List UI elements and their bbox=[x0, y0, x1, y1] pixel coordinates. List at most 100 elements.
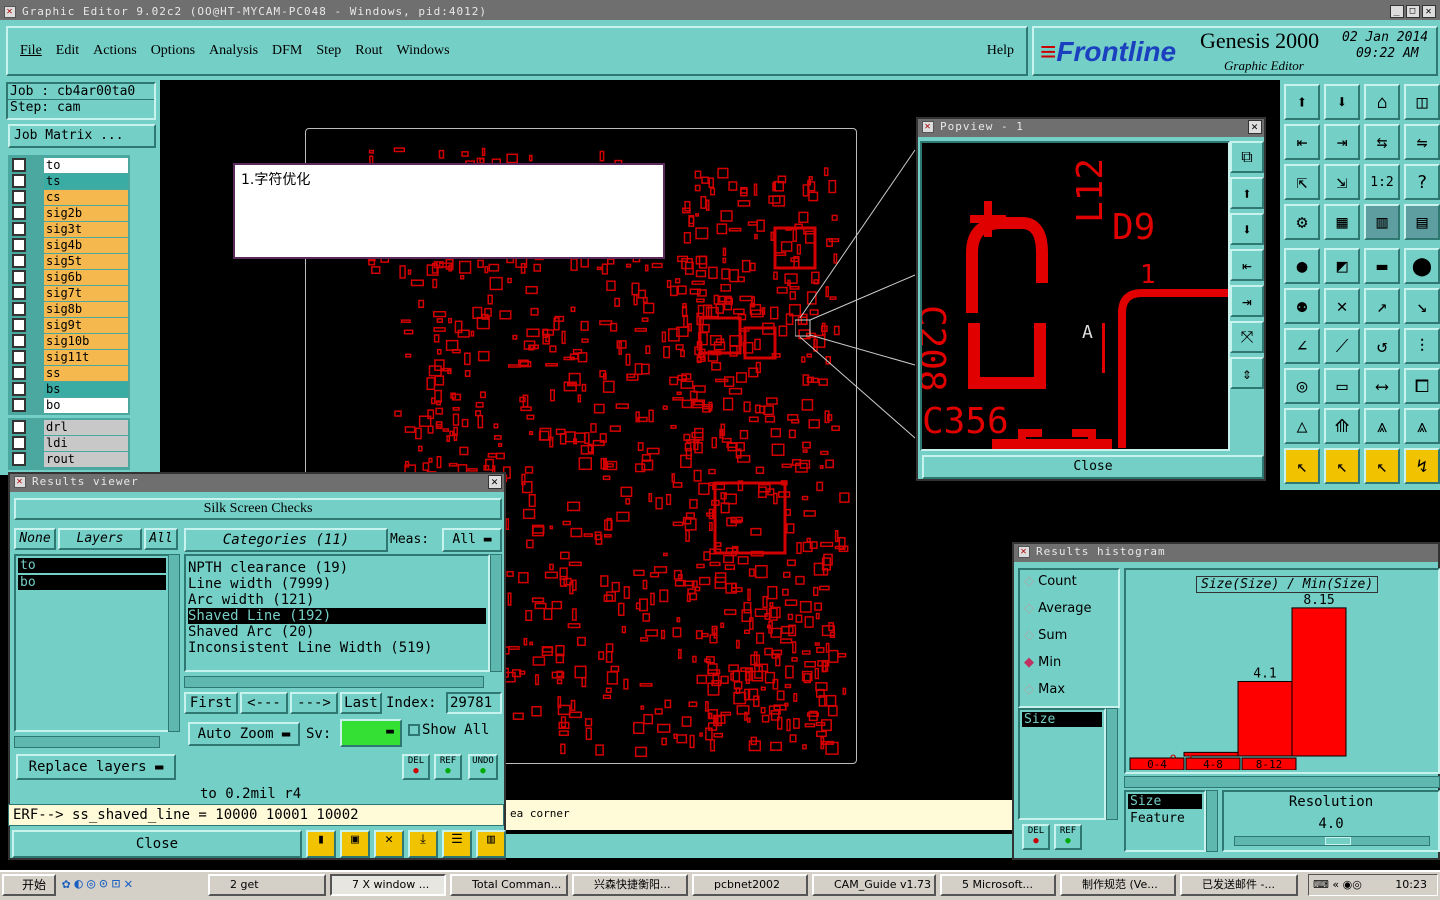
popview-close-button[interactable]: Close bbox=[922, 455, 1264, 479]
category-item[interactable]: Shaved Arc (20) bbox=[188, 624, 486, 640]
layer-checkbox-to[interactable] bbox=[12, 158, 26, 172]
menu-file[interactable]: File bbox=[20, 43, 42, 59]
show-all-checkbox[interactable] bbox=[408, 724, 420, 736]
layer-list-hscrollbar[interactable] bbox=[14, 736, 160, 748]
layer-sig3t[interactable]: sig3t bbox=[44, 222, 128, 237]
group-icon[interactable]: ⧠ bbox=[1404, 368, 1440, 404]
cancel-icon[interactable]: ✕ bbox=[374, 830, 404, 858]
category-item-selected[interactable]: Shaved Line (192) bbox=[188, 608, 486, 624]
popview-tool-2-icon[interactable]: ⬆ bbox=[1230, 177, 1264, 209]
select-a-icon[interactable]: ↖ bbox=[1284, 448, 1320, 484]
triangle-a-icon[interactable]: △ bbox=[1284, 408, 1320, 444]
option-max[interactable]: ◇ Max bbox=[1024, 682, 1114, 709]
layer-sig4b[interactable]: sig4b bbox=[44, 238, 128, 253]
fill-icon[interactable]: ◩ bbox=[1324, 248, 1360, 284]
zoom-out-icon[interactable]: ⬇ bbox=[1324, 84, 1360, 120]
toggle-icon[interactable]: ⇋ bbox=[1404, 124, 1440, 160]
job-matrix-button[interactable]: Job Matrix ... bbox=[8, 124, 156, 148]
layer-checkbox-sig9t[interactable] bbox=[12, 318, 26, 332]
measure-size[interactable]: Size bbox=[1022, 712, 1102, 727]
grid-icon[interactable]: ▦ bbox=[1324, 204, 1360, 240]
results-viewer-close-icon[interactable]: ✕ bbox=[488, 475, 502, 489]
report-icon[interactable]: ☰ bbox=[442, 830, 472, 858]
sort-size[interactable]: Size bbox=[1128, 794, 1202, 809]
pad-icon[interactable]: ⬤ bbox=[1404, 248, 1440, 284]
pan-left-icon[interactable]: ⇤ bbox=[1284, 124, 1320, 160]
measure-scrollbar[interactable] bbox=[1106, 708, 1118, 820]
category-item[interactable]: NPTH clearance (19) bbox=[188, 560, 486, 576]
layer-checkbox-ss[interactable] bbox=[12, 366, 26, 380]
layer-checkbox-sig7t[interactable] bbox=[12, 286, 26, 300]
window-icon[interactable]: ◫ bbox=[1404, 84, 1440, 120]
task-pcbnet[interactable]: pcbnet2002 bbox=[692, 874, 808, 896]
menu-actions[interactable]: Actions bbox=[93, 43, 137, 59]
histogram-icon[interactable]: ▮ bbox=[306, 830, 336, 858]
layer-sig7t[interactable]: sig7t bbox=[44, 286, 128, 301]
check-name-header[interactable]: Silk Screen Checks bbox=[14, 498, 502, 520]
option-min[interactable]: ◆ Min bbox=[1024, 655, 1114, 682]
histogram-del-button[interactable]: DEL ● bbox=[1022, 824, 1050, 850]
layer-checkbox-sig2b[interactable] bbox=[12, 206, 26, 220]
layer-sig11t[interactable]: sig11t bbox=[44, 350, 128, 365]
layer-sig5t[interactable]: sig5t bbox=[44, 254, 128, 269]
tray-icons[interactable]: ⌨ « ◉◎ bbox=[1309, 875, 1362, 895]
option-average[interactable]: ◇ Average bbox=[1024, 601, 1114, 628]
layer-bs[interactable]: bs bbox=[44, 382, 128, 397]
settings-icon[interactable]: ⚙ bbox=[1284, 204, 1320, 240]
menu-edit[interactable]: Edit bbox=[56, 43, 79, 59]
popview-canvas[interactable]: L12 D9 1 C208 C356 A bbox=[911, 141, 1230, 451]
layer-checkbox-sig5t[interactable] bbox=[12, 254, 26, 268]
menu-dfm[interactable]: DFM bbox=[272, 43, 302, 59]
start-button[interactable]: 开始 bbox=[2, 874, 56, 896]
contract-icon[interactable]: ⇲ bbox=[1324, 164, 1360, 200]
resolution-slider[interactable] bbox=[1234, 836, 1430, 846]
snap-a-icon[interactable]: ⚉ bbox=[1284, 288, 1320, 324]
layer-ts[interactable]: ts bbox=[44, 174, 128, 189]
last-button[interactable]: Last bbox=[340, 692, 382, 714]
ref-button[interactable]: REF ● bbox=[434, 754, 462, 780]
layer-checkbox-bs[interactable] bbox=[12, 382, 26, 396]
layer-checkbox-sig8b[interactable] bbox=[12, 302, 26, 316]
popview-close-icon[interactable]: ✕ bbox=[1248, 120, 1262, 134]
chart-hscrollbar[interactable] bbox=[1124, 776, 1440, 788]
triangle-b-icon[interactable]: ⟰ bbox=[1324, 408, 1360, 444]
export-icon[interactable]: ⤓ bbox=[408, 830, 438, 858]
swap-icon[interactable]: ⇆ bbox=[1364, 124, 1400, 160]
expand-icon[interactable]: ⇱ bbox=[1284, 164, 1320, 200]
layer-sig6b[interactable]: sig6b bbox=[44, 270, 128, 285]
angle-b-icon[interactable]: ⟋ bbox=[1324, 328, 1360, 364]
close-window-button[interactable]: ✕ bbox=[1422, 5, 1436, 18]
category-item[interactable]: Arc width (121) bbox=[188, 592, 486, 608]
layer-checkbox-sig4b[interactable] bbox=[12, 238, 26, 252]
layer-drl[interactable]: drl bbox=[44, 420, 128, 435]
layer-sig2b[interactable]: sig2b bbox=[44, 206, 128, 221]
layer-sig8b[interactable]: sig8b bbox=[44, 302, 128, 317]
auto-zoom-dropdown[interactable]: Auto Zoom ▬ bbox=[188, 722, 300, 746]
layers-button[interactable]: Layers bbox=[58, 528, 142, 550]
option-sum[interactable]: ◇ Sum bbox=[1024, 628, 1114, 655]
results-close-button[interactable]: Close bbox=[12, 830, 302, 858]
previous-button[interactable]: <--- bbox=[240, 692, 288, 714]
snap-b-icon[interactable]: ✕ bbox=[1324, 288, 1360, 324]
results-layer-list[interactable]: to bo bbox=[14, 554, 170, 732]
pan-right-icon[interactable]: ⇥ bbox=[1324, 124, 1360, 160]
arrow-a-icon[interactable]: ↗ bbox=[1364, 288, 1400, 324]
layer-checkbox-rout[interactable] bbox=[12, 452, 26, 466]
zoom-home-icon[interactable]: ⬆ bbox=[1284, 84, 1320, 120]
angle-a-icon[interactable]: ∠ bbox=[1284, 328, 1320, 364]
category-list[interactable]: NPTH clearance (19) Line width (7999) Ar… bbox=[184, 554, 490, 672]
sort-feature[interactable]: Feature bbox=[1126, 811, 1204, 826]
resolution-slider-handle[interactable] bbox=[1325, 837, 1351, 845]
triangle-d-icon[interactable]: ⩓ bbox=[1404, 408, 1440, 444]
rect-icon[interactable]: ▭ bbox=[1324, 368, 1360, 404]
select-d-icon[interactable]: ↯ bbox=[1404, 448, 1440, 484]
layer-bo[interactable]: bo bbox=[44, 398, 128, 413]
layer-list-scrollbar[interactable] bbox=[168, 554, 180, 732]
maximize-button[interactable]: □ bbox=[1406, 5, 1420, 18]
task-sent-mail[interactable]: 已发送邮件 -... bbox=[1180, 874, 1298, 896]
category-item[interactable]: Inconsistent Line Width (519) bbox=[188, 640, 486, 656]
results-layer-bo[interactable]: bo bbox=[18, 575, 166, 590]
task-spec-doc[interactable]: 制作规范 (Ve... bbox=[1060, 874, 1176, 896]
histogram-ref-button[interactable]: REF ● bbox=[1054, 824, 1082, 850]
layer-ss[interactable]: ss bbox=[44, 366, 128, 381]
